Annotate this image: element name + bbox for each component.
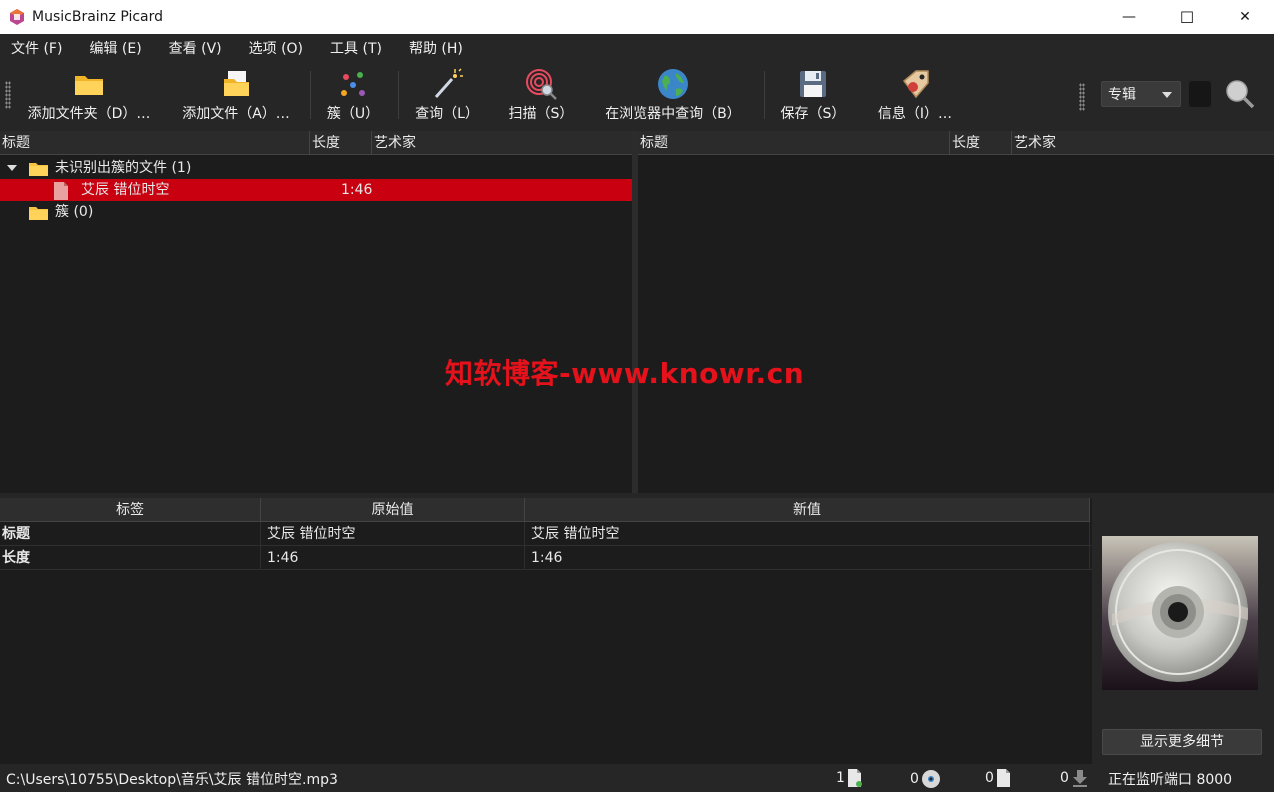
menu-help[interactable]: 帮助 (H) xyxy=(409,38,463,58)
toolbar-grip-icon[interactable] xyxy=(5,81,11,109)
fingerprint-icon xyxy=(524,67,558,101)
clusters-node[interactable]: 簇 (0) xyxy=(0,201,632,223)
tag-info-icon xyxy=(898,67,932,101)
menu-edit[interactable]: 编辑 (E) xyxy=(89,38,141,58)
toolbar-separator xyxy=(398,71,399,119)
main-toolbar: 添加文件夹（D）… 添加文件（A）… 簇（U） 查询（L） 扫描（S） 在浏览器… xyxy=(0,61,1274,129)
info-button[interactable]: 信息（I）… xyxy=(870,67,960,125)
add-files-button[interactable]: 添加文件（A）… xyxy=(178,67,294,125)
search-type-select[interactable]: 专辑 xyxy=(1101,81,1181,107)
maximize-button[interactable]: ☐ xyxy=(1158,0,1216,34)
browser-lookup-button[interactable]: 在浏览器中查询（B） xyxy=(598,67,748,125)
column-original-value[interactable]: 原始值 xyxy=(261,498,525,522)
cover-art-panel: 显示更多细节 xyxy=(1092,498,1274,764)
column-length[interactable]: 长度 xyxy=(950,131,1012,155)
file-row[interactable]: 艾辰 错位时空 1:46 xyxy=(0,179,632,201)
magic-wand-icon xyxy=(430,67,464,101)
save-button[interactable]: 保存（S） xyxy=(778,67,848,125)
add-files-icon xyxy=(219,67,253,101)
download-icon xyxy=(1072,770,1087,787)
add-folder-button[interactable]: 添加文件夹（D）… xyxy=(24,67,154,125)
toolbar-separator xyxy=(310,71,311,119)
album-count: 0 xyxy=(910,769,941,789)
column-length[interactable]: 长度 xyxy=(310,131,372,155)
toolbar-separator xyxy=(764,71,765,119)
minimize-button[interactable]: — xyxy=(1100,0,1158,34)
column-title[interactable]: 标题 xyxy=(0,131,310,155)
cd-icon xyxy=(921,770,940,788)
window-title: MusicBrainz Picard xyxy=(32,9,164,25)
menu-view[interactable]: 查看 (V) xyxy=(169,38,222,58)
menu-bar: 文件 (F) 编辑 (E) 查看 (V) 选项 (O) 工具 (T) 帮助 (H… xyxy=(0,34,1274,61)
pending-files-count: 0 xyxy=(985,769,1012,787)
status-bar: C:\Users\10755\Desktop\音乐\艾辰 错位时空.mp3 1 … xyxy=(0,764,1274,792)
folder-icon xyxy=(29,161,48,176)
picard-app-icon xyxy=(8,8,26,26)
folder-icon xyxy=(29,205,48,220)
show-more-details-button[interactable]: 显示更多细节 xyxy=(1102,729,1262,755)
listening-port-status: 正在监听端口 8000 xyxy=(1108,772,1233,788)
chevron-down-icon xyxy=(1162,92,1172,98)
expand-arrow-icon[interactable] xyxy=(7,165,17,171)
file-count: 1 xyxy=(836,769,863,787)
cluster-icon xyxy=(336,67,370,101)
unclustered-files-node[interactable]: 未识别出簇的文件 (1) xyxy=(0,157,632,179)
watermark-text: 知软博客-www.knowr.cn xyxy=(445,357,805,390)
file-icon xyxy=(847,769,862,787)
globe-icon xyxy=(656,67,690,101)
menu-tools[interactable]: 工具 (T) xyxy=(330,38,382,58)
search-icon[interactable] xyxy=(1224,78,1256,110)
scan-button[interactable]: 扫描（S） xyxy=(506,67,576,125)
pending-requests-count: 0 xyxy=(1060,769,1089,787)
file-pane[interactable]: 标题 长度 艺术家 未识别出簇的文件 (1) 艾辰 错位时空 1:46 簇 (0… xyxy=(0,131,632,493)
cd-cover-icon xyxy=(1102,536,1258,690)
folder-icon xyxy=(72,67,106,101)
column-title[interactable]: 标题 xyxy=(638,131,950,155)
close-button[interactable]: ✕ xyxy=(1216,0,1274,34)
cluster-button[interactable]: 簇（U） xyxy=(322,67,384,125)
title-bar: MusicBrainz Picard — ☐ ✕ xyxy=(0,0,1274,34)
column-tag[interactable]: 标签 xyxy=(0,498,261,522)
menu-options[interactable]: 选项 (O) xyxy=(249,38,303,58)
status-file-path: C:\Users\10755\Desktop\音乐\艾辰 错位时空.mp3 xyxy=(6,772,338,788)
search-input[interactable] xyxy=(1189,81,1211,107)
menu-file[interactable]: 文件 (F) xyxy=(11,38,62,58)
table-row[interactable]: 长度 1:46 1:46 xyxy=(0,546,1092,570)
table-row[interactable]: 标题 艾辰 错位时空 艾辰 错位时空 xyxy=(0,522,1092,546)
column-new-value[interactable]: 新值 xyxy=(525,498,1090,522)
column-artist[interactable]: 艺术家 xyxy=(372,131,632,155)
metadata-table[interactable]: 标签 原始值 新值 标题 艾辰 错位时空 艾辰 错位时空 长度 1:46 1:4… xyxy=(0,498,1092,764)
toolbar-grip-icon[interactable] xyxy=(1079,83,1085,111)
lookup-button[interactable]: 查询（L） xyxy=(412,67,482,125)
column-artist[interactable]: 艺术家 xyxy=(1012,131,1274,155)
save-icon xyxy=(796,67,830,101)
pending-file-icon xyxy=(996,769,1010,787)
album-pane[interactable]: 标题 长度 艺术家 xyxy=(638,131,1274,493)
